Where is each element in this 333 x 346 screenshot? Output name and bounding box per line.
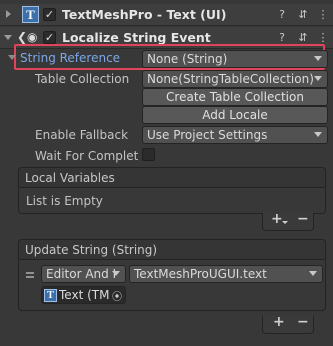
update-string-footer: + −: [262, 314, 314, 334]
kebab-menu-icon[interactable]: ⋮: [316, 8, 330, 22]
runtime-mode-dropdown[interactable]: Editor And I: [41, 265, 126, 283]
drag-handle-icon[interactable]: [26, 276, 34, 278]
chevron-down-icon: [314, 132, 322, 137]
chevron-down-icon: [112, 271, 120, 276]
chevron-down-icon: [314, 76, 322, 81]
enable-fallback-value: Use Project Settings: [147, 128, 268, 142]
table-collection-dropdown[interactable]: None(StringTableCollection): [142, 70, 328, 88]
textmeshpro-icon: T: [44, 289, 57, 302]
add-locale-button[interactable]: Add Locale: [142, 106, 328, 124]
foldout-arrow-icon[interactable]: [8, 55, 16, 60]
update-string-panel: Update String (String) Editor And I Text…: [18, 239, 326, 311]
component-title: TextMeshPro - Text (UI): [62, 7, 227, 22]
wait-for-completion-label: Wait For Completio: [35, 149, 138, 163]
chevron-down-icon: [314, 56, 322, 61]
enable-fallback-label: Enable Fallback: [35, 128, 129, 142]
localize-pin-icon: ❮◉: [17, 30, 38, 44]
table-collection-label: Table Collection: [35, 72, 130, 86]
foldout-arrow-icon[interactable]: [6, 10, 11, 18]
textmeshpro-icon: T: [22, 6, 39, 23]
function-value: TextMeshProUGUI.text: [134, 267, 267, 281]
function-dropdown[interactable]: TextMeshProUGUI.text: [129, 265, 323, 283]
wait-for-completion-checkbox[interactable]: [142, 148, 155, 161]
local-variables-header: Local Variables: [19, 168, 325, 188]
remove-icon[interactable]: −: [297, 211, 309, 227]
string-reference-value: None (String): [147, 52, 228, 66]
preset-icon[interactable]: ⇵: [296, 31, 310, 45]
textmeshpro-component-header[interactable]: T ✓ TextMeshPro - Text (UI) ? ⇵ ⋮: [0, 4, 333, 26]
help-icon[interactable]: ?: [275, 8, 289, 22]
table-collection-value: None(StringTableCollection): [147, 72, 314, 86]
list-empty-text: List is Empty: [26, 194, 103, 208]
target-object-field[interactable]: T Text (TM ⦿: [41, 286, 126, 304]
chevron-down-icon[interactable]: [282, 221, 288, 224]
component-enabled-checkbox[interactable]: ✓: [43, 31, 56, 44]
add-icon[interactable]: +: [273, 314, 285, 330]
local-variables-footer: + −: [262, 211, 314, 231]
string-reference-dropdown[interactable]: None (String): [142, 50, 328, 68]
object-picker-icon[interactable]: ⦿: [112, 288, 122, 303]
component-title: Localize String Event: [62, 30, 211, 45]
foldout-arrow-icon[interactable]: [4, 35, 12, 40]
remove-icon[interactable]: −: [297, 314, 309, 330]
create-table-collection-button[interactable]: Create Table Collection: [142, 88, 328, 106]
component-enabled-checkbox[interactable]: ✓: [43, 8, 56, 21]
runtime-mode-value: Editor And I: [46, 267, 117, 281]
kebab-menu-icon[interactable]: ⋮: [316, 31, 330, 45]
enable-fallback-dropdown[interactable]: Use Project Settings: [142, 126, 328, 144]
chevron-down-icon: [309, 271, 317, 276]
add-icon[interactable]: +: [271, 211, 283, 227]
string-reference-label: String Reference: [20, 51, 121, 65]
update-string-header: Update String (String): [19, 240, 325, 260]
local-variables-panel: Local Variables List is Empty: [18, 167, 326, 214]
target-object-value: Text (TM: [59, 288, 110, 302]
drag-handle-icon[interactable]: [26, 272, 34, 274]
help-icon[interactable]: ?: [275, 31, 289, 45]
preset-icon[interactable]: ⇵: [296, 8, 310, 22]
